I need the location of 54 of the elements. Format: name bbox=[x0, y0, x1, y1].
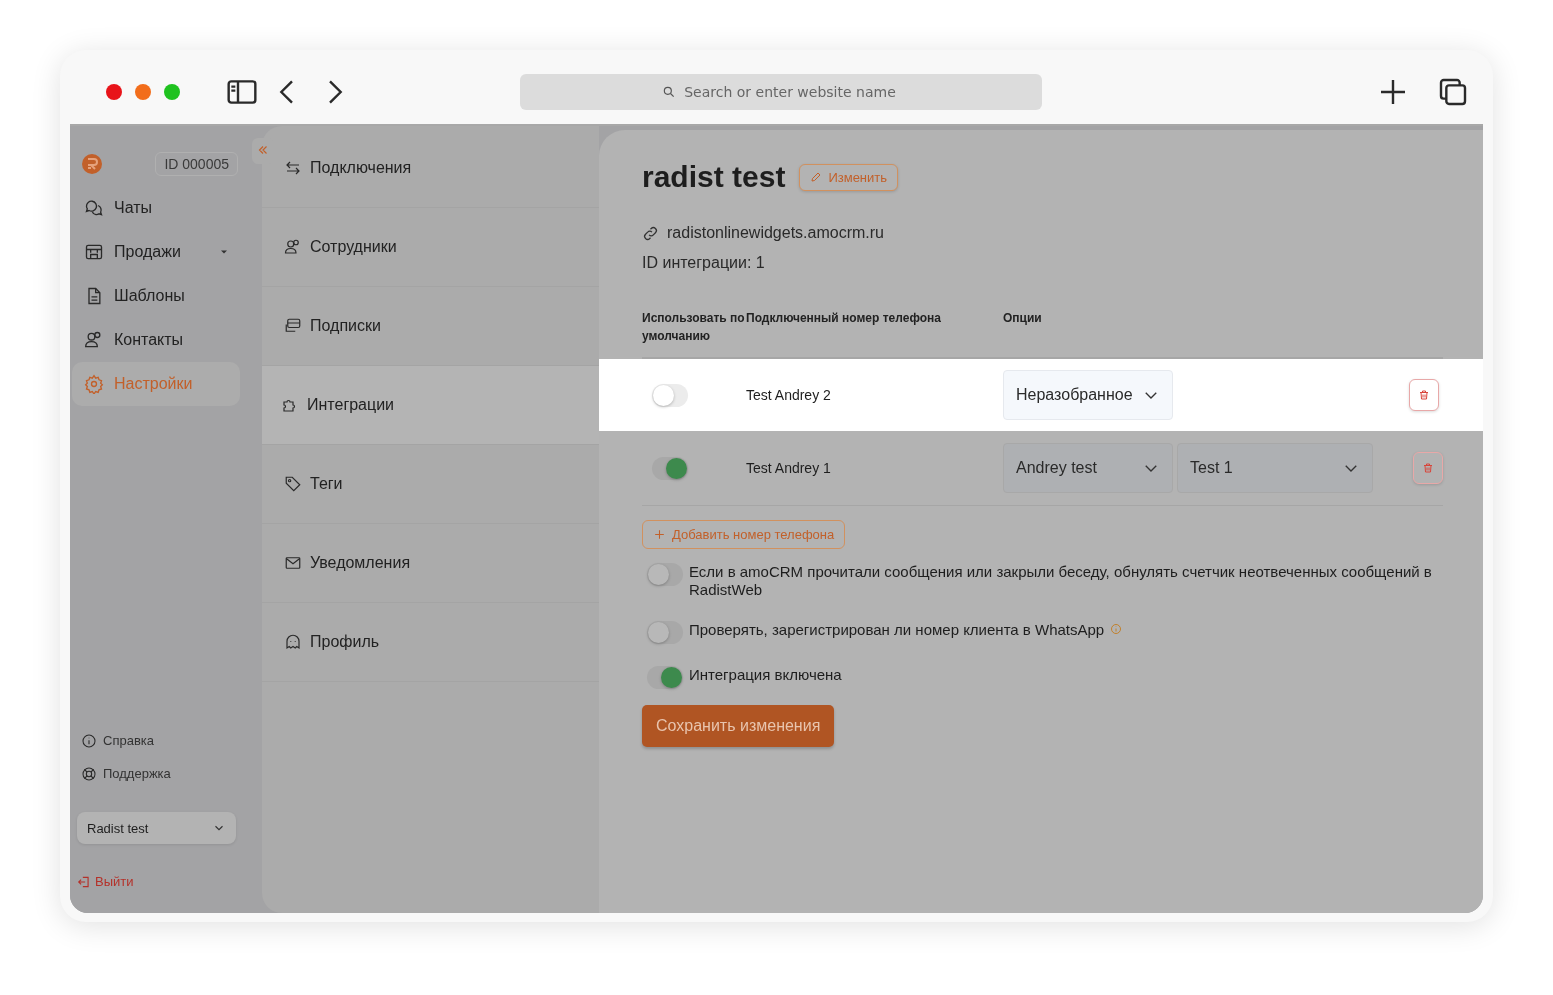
option-select[interactable]: Test 1 bbox=[1177, 443, 1373, 493]
setting-label: Интеграция включена bbox=[689, 666, 842, 684]
phone-name: Test Andrey 1 bbox=[746, 460, 832, 476]
toggle-switch[interactable] bbox=[647, 621, 683, 644]
integration-title: radist test bbox=[642, 160, 786, 194]
chat-bubbles-icon bbox=[84, 198, 104, 218]
domain-link[interactable]: radistonlinewidgets.amocrm.ru bbox=[667, 224, 884, 242]
delete-button[interactable] bbox=[1409, 379, 1439, 411]
tag-icon bbox=[284, 475, 302, 493]
column-header: Опции bbox=[1003, 310, 1043, 327]
pencil-icon bbox=[810, 171, 823, 183]
address-bar[interactable]: Search or enter website name bbox=[520, 74, 1042, 110]
link-icon bbox=[642, 224, 659, 242]
toggle-switch[interactable] bbox=[647, 563, 683, 586]
phone-name: Test Andrey 2 bbox=[746, 387, 832, 403]
nav-item[interactable]: Контакты bbox=[72, 318, 240, 362]
help-link[interactable]: Справка bbox=[70, 724, 262, 757]
logout-icon bbox=[77, 874, 91, 889]
toggle-switch[interactable] bbox=[652, 383, 688, 407]
toggle-switch[interactable] bbox=[647, 666, 683, 689]
search-icon bbox=[662, 85, 676, 99]
users-icon bbox=[284, 238, 302, 256]
ghost-icon bbox=[284, 633, 302, 651]
minimize-window-button[interactable] bbox=[135, 84, 151, 100]
info-icon bbox=[81, 732, 97, 749]
account-id: ID 000005 bbox=[155, 152, 238, 176]
nav-item[interactable]: Шаблоны bbox=[72, 274, 240, 318]
trash-icon bbox=[1422, 462, 1434, 474]
column-header: Использовать по умолчанию bbox=[642, 310, 746, 345]
card-icon bbox=[284, 317, 302, 335]
logo-icon bbox=[80, 152, 104, 176]
mail-icon bbox=[284, 554, 302, 572]
swap-arrows-icon bbox=[284, 159, 302, 177]
workspace-select[interactable]: Radist test bbox=[77, 812, 236, 844]
toggle-switch[interactable] bbox=[652, 456, 688, 480]
plus-icon bbox=[653, 528, 666, 541]
integration-id: ID интеграции: 1 bbox=[642, 254, 766, 272]
help-link[interactable]: Поддержка bbox=[70, 757, 262, 790]
setting-label: Проверять, зарегистрирован ли номер клиента в WhatsApp bbox=[689, 621, 1105, 639]
setting-label: Если в amoCRM прочитали сообщения или закрыли беседу, обнулять счетчик неотвеченных сообщений в RadistWeb bbox=[689, 563, 1433, 599]
trash-icon bbox=[1418, 389, 1430, 401]
lifebuoy-icon bbox=[81, 765, 97, 782]
tabs-overview-icon bbox=[1437, 76, 1469, 108]
store-icon bbox=[84, 242, 104, 262]
settings-menu-item[interactable]: Интеграции bbox=[259, 366, 599, 445]
nav-item[interactable]: Чаты bbox=[72, 186, 240, 230]
nav-item[interactable]: Продажи bbox=[72, 230, 240, 274]
option-select[interactable]: Andrey test bbox=[1003, 443, 1173, 493]
delete-button[interactable] bbox=[1413, 452, 1443, 484]
maximize-window-button[interactable] bbox=[164, 84, 180, 100]
settings-icon bbox=[84, 374, 104, 394]
close-window-button[interactable] bbox=[106, 84, 122, 100]
option-select[interactable]: Неразобранное bbox=[1003, 370, 1173, 420]
column-header: Подключенный номер телефона bbox=[746, 310, 942, 327]
